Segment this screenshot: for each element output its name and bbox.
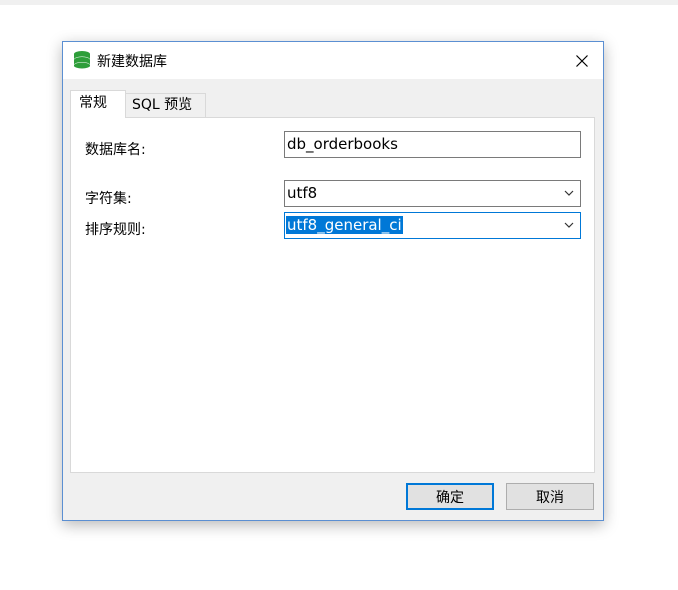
title-bar[interactable]: 新建数据库 [63,42,603,79]
tab-bar: 常规 SQL 预览 [70,90,370,118]
window-title: 新建数据库 [97,54,167,70]
cancel-button[interactable]: 取消 [506,483,594,510]
charset-select[interactable]: utf8 [284,180,581,207]
tab-sql-preview[interactable]: SQL 预览 [126,93,206,117]
database-icon [73,50,91,70]
db-name-label: 数据库名: [85,142,146,158]
charset-value: utf8 [287,184,318,202]
chevron-down-icon [564,190,574,196]
db-name-input[interactable]: db_orderbooks [284,131,581,158]
background-strip [0,0,678,5]
collation-value: utf8_general_ci [286,216,403,234]
general-panel: 数据库名: db_orderbooks 字符集: utf8 排序规则: utf8… [70,117,595,473]
new-database-dialog: 新建数据库 常规 SQL 预览 数据库名: db_orderbooks 字符集:… [62,41,604,521]
tab-general[interactable]: 常规 [70,90,126,118]
collation-select[interactable]: utf8_general_ci [284,212,581,239]
db-name-value: db_orderbooks [287,135,398,153]
close-button[interactable] [561,42,603,79]
collation-label: 排序规则: [85,222,146,238]
charset-label: 字符集: [85,191,132,207]
chevron-down-icon [564,222,574,228]
close-icon [576,54,588,67]
ok-button[interactable]: 确定 [406,483,494,510]
